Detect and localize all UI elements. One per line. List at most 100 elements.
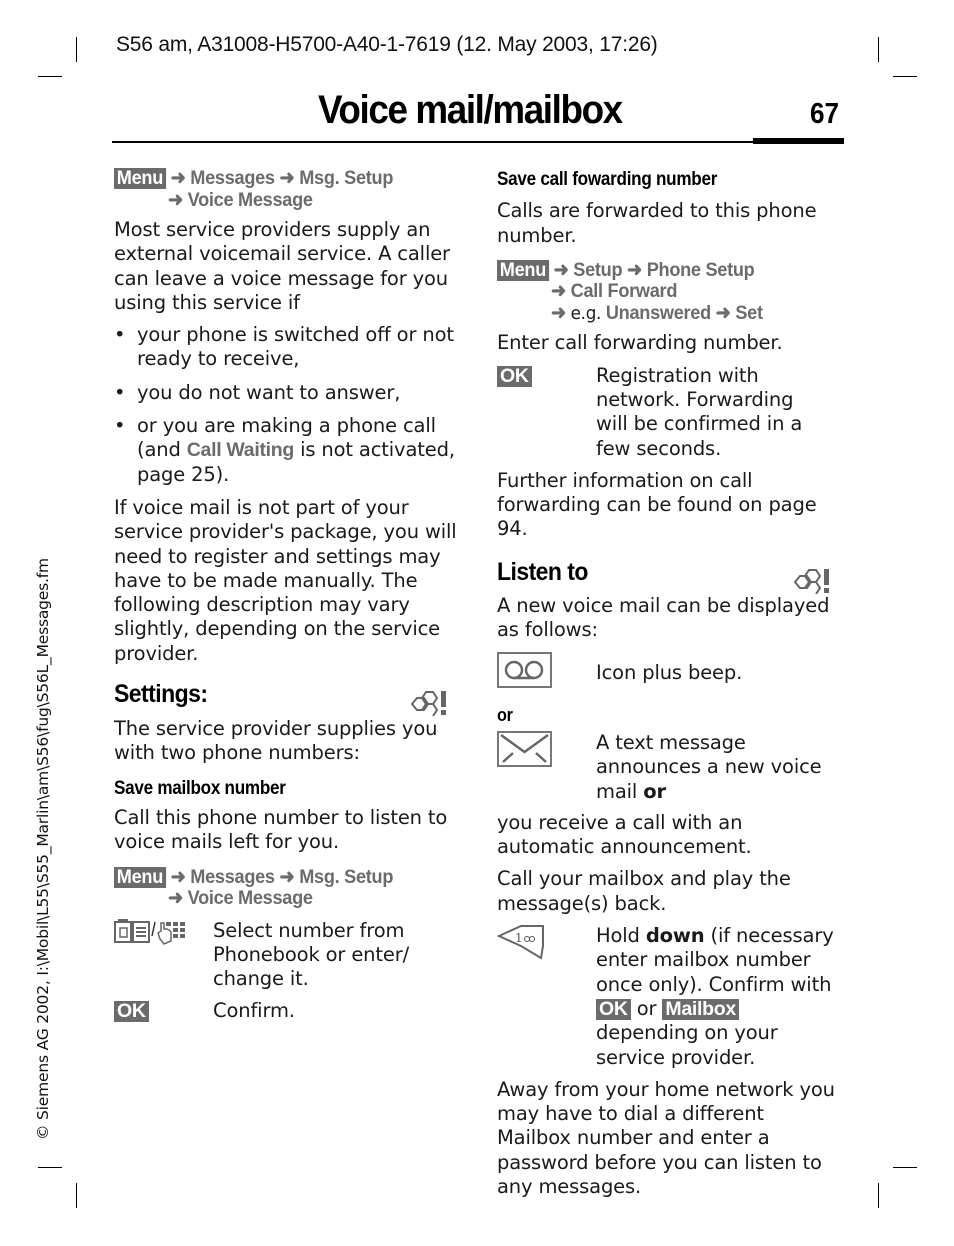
page-title: Voice mail/mailbox <box>318 88 623 132</box>
left-column: Menu ➜ Messages ➜ Msg. Setup ➜ Voice Mes… <box>114 167 459 1024</box>
icon-cell: OK <box>114 999 213 1023</box>
icon-cell: 1 <box>496 924 596 1070</box>
menu-key: Menu <box>497 259 549 281</box>
network-service-icon <box>410 691 446 717</box>
menu-key: Menu <box>114 866 166 888</box>
path-step: Setup <box>573 258 623 281</box>
list-item: or you are making a phone call (and Call… <box>114 414 459 487</box>
hold-key-row: 1 Hold down (if necessary enter mailbox … <box>496 924 842 1070</box>
arrow-icon: ➜ <box>279 865 295 888</box>
path-step: Messages <box>190 865 275 888</box>
text-segment: or <box>630 996 663 1020</box>
settings-heading: Settings: <box>114 680 208 709</box>
path-step: Messages <box>190 167 275 189</box>
menu-path: Menu ➜ Messages ➜ Msg. Setup ➜ Voice Mes… <box>114 167 435 211</box>
arrow-icon: ➜ <box>627 258 642 281</box>
listen-text: A new voice mail can be displayed as fol… <box>497 593 830 642</box>
hold-down-text: Hold down (if necessary enter mailbox nu… <box>596 924 841 1070</box>
arrow-icon: ➜ <box>279 167 295 189</box>
conditions-list: your phone is switched off or not ready … <box>114 323 459 487</box>
arrow-icon: ➜ <box>167 188 183 211</box>
crop-mark <box>878 1183 879 1208</box>
icon-beep-text: Icon plus beep. <box>596 661 743 685</box>
right-column: Save call fowarding number Calls are for… <box>496 168 842 1199</box>
list-item: you do not want to answer, <box>114 381 459 406</box>
receive-call-text: you receive a call with an automatic ann… <box>497 810 752 859</box>
intro-paragraph: Most service providers supply an externa… <box>114 218 450 314</box>
svg-text:1: 1 <box>515 931 523 945</box>
menu-key: Menu <box>114 168 166 189</box>
path-step: Set <box>735 301 763 324</box>
path-step: Voice Message <box>187 887 313 910</box>
side-footer-text: © Siemens AG 2002, I:\Mobil\L55\S55_Marl… <box>34 558 52 1140</box>
icon-cell: OK <box>497 364 596 461</box>
confirm-text: Confirm. <box>213 999 295 1023</box>
arrow-icon: ➜ <box>550 301 566 324</box>
save-mailbox-text: Call this phone number to listen to voic… <box>114 805 448 854</box>
crop-mark <box>38 76 62 77</box>
call-mailbox-text: Call your mailbox and play the message(s… <box>497 867 791 915</box>
registration-text: Registration with network. Forwarding wi… <box>596 363 803 460</box>
path-eg: e.g. <box>570 302 602 324</box>
ok-key: OK <box>596 998 631 1020</box>
text-message-text: A text message announces a new voice mai… <box>596 731 841 804</box>
save-mailbox-heading: Save mailbox number <box>114 777 286 799</box>
text-segment: A text message announces a new voice mai… <box>596 730 822 803</box>
arrow-icon: ➜ <box>553 258 569 281</box>
registration-row: OK Registration with network. Forwarding… <box>497 364 842 461</box>
path-step: Unanswered <box>605 301 711 324</box>
document-reference: S56 am, A31008-H5700-A40-1-7619 (12. May… <box>116 33 658 56</box>
further-info-text: Further information on call forwarding c… <box>497 468 817 541</box>
mailbox-key: Mailbox <box>662 998 739 1020</box>
ok-key: OK <box>497 365 532 387</box>
title-rule <box>112 141 754 143</box>
select-number-row: Select number from Phonebook or enter/ c… <box>114 918 459 992</box>
phonebook-keypad-icon <box>114 918 185 945</box>
menu-path: Menu ➜ Setup ➜ Phone Setup ➜ Call Forwar… <box>497 258 818 325</box>
page-number-rule <box>753 138 844 144</box>
forward-heading: Save call fowarding number <box>497 169 718 190</box>
voicemail-icon-row: Icon plus beep. <box>497 652 842 694</box>
text-bold: or <box>643 779 666 803</box>
enter-text: Enter call forwarding number. <box>497 331 783 355</box>
text-segment: Hold <box>596 924 646 948</box>
crop-mark <box>893 1167 917 1168</box>
crop-mark <box>878 37 879 62</box>
ok-key: OK <box>114 1001 149 1023</box>
icon-cell <box>114 918 213 992</box>
network-service-icon <box>793 568 829 594</box>
path-step: Msg. Setup <box>299 167 394 189</box>
away-text: Away from your home network you may have… <box>497 1077 835 1198</box>
call-waiting-menu-ref: Call Waiting <box>186 439 295 462</box>
crop-mark <box>76 37 77 62</box>
or-label: or <box>497 704 513 725</box>
arrow-icon: ➜ <box>167 887 183 910</box>
envelope-icon-row: A text message announces a new voice mai… <box>497 730 842 804</box>
icon-cell <box>497 652 596 694</box>
arrow-icon: ➜ <box>170 167 186 189</box>
text-segment: depending on your service provider. <box>596 1021 778 1069</box>
crop-mark <box>893 76 917 77</box>
voicemail-icon <box>497 652 552 689</box>
crop-mark <box>76 1183 77 1208</box>
arrow-icon: ➜ <box>550 280 566 303</box>
not-part-paragraph: If voice mail is not part of your servic… <box>114 495 457 665</box>
forward-text: Calls are forwarded to this phone number… <box>497 199 817 247</box>
list-item: your phone is switched off or not ready … <box>114 323 459 372</box>
text-bold: down <box>645 924 705 948</box>
path-step: Msg. Setup <box>299 865 394 888</box>
select-number-text: Select number from Phonebook or enter/ c… <box>213 918 410 991</box>
arrow-icon: ➜ <box>170 865 186 888</box>
path-step: Phone Setup <box>646 258 755 281</box>
crop-mark <box>38 1167 62 1168</box>
page-number: 67 <box>810 98 840 130</box>
listen-heading: Listen to <box>497 557 588 586</box>
path-step: Call Forward <box>570 280 678 303</box>
menu-path: Menu ➜ Messages ➜ Msg. Setup ➜ Voice Mes… <box>114 865 435 910</box>
envelope-icon <box>497 730 552 767</box>
path-step: Voice Message <box>187 188 313 211</box>
key-1-mailbox-icon: 1 <box>496 925 544 960</box>
confirm-row: OK Confirm. <box>114 999 459 1023</box>
arrow-icon: ➜ <box>715 301 731 324</box>
icon-cell <box>497 730 596 804</box>
